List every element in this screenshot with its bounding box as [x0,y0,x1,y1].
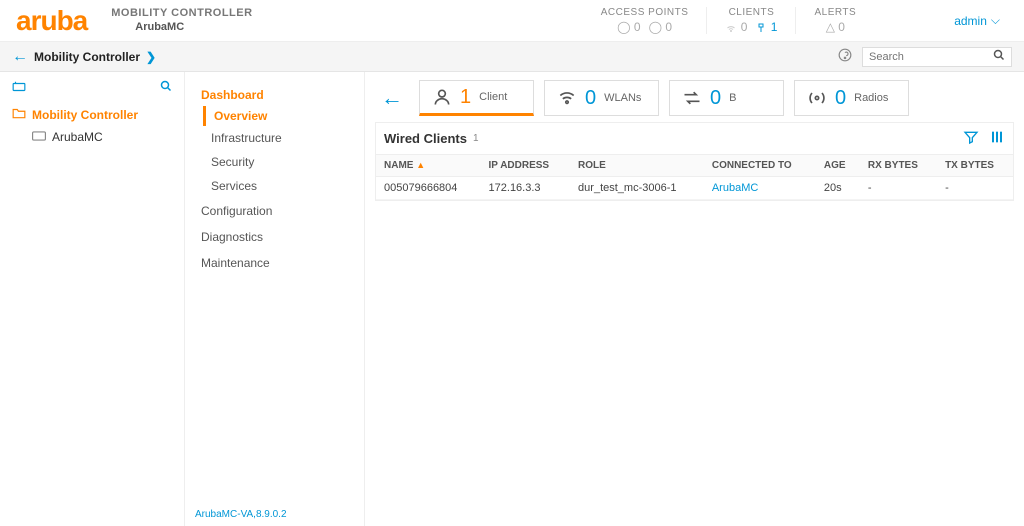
person-icon [432,87,452,107]
help-icon[interactable] [838,48,852,65]
col-age[interactable]: AGE [816,155,860,177]
header-title: MOBILITY CONTROLLER ArubaMC [111,7,252,33]
header-title-line1: MOBILITY CONTROLLER [111,7,252,20]
cell-connected[interactable]: ArubaMC [704,177,816,200]
header-title-line2: ArubaMC [135,21,252,34]
chevron-down-icon: ⌵ [991,13,1000,28]
cell-role: dur_test_mc-3006-1 [570,177,704,200]
col-ip[interactable]: IP ADDRESS [481,155,571,177]
status-access-points: ACCESS POINTS ◯ 0 ◯ 0 [583,7,707,34]
col-name[interactable]: NAME ▲ [376,155,481,177]
filter-icon[interactable] [963,129,979,148]
clients-table: NAME ▲ IP ADDRESS ROLE CONNECTED TO AGE … [376,155,1013,200]
status-alerts: ALERTS △ 0 [795,7,874,34]
back-arrow-icon[interactable]: ← [12,48,28,66]
col-tx[interactable]: TX BYTES [937,155,1013,177]
cell-tx: - [937,177,1013,200]
cell-rx: - [860,177,937,200]
cell-ip: 172.16.3.3 [481,177,571,200]
tree-root-icon[interactable] [12,80,26,97]
radio-icon [807,88,827,108]
sort-asc-icon: ▲ [416,160,425,170]
col-connected[interactable]: CONNECTED TO [704,155,816,177]
alert-icon: △ 0 [826,20,845,34]
nav-infrastructure[interactable]: Infrastructure [193,126,364,150]
search-input[interactable] [862,47,1012,67]
nav-security[interactable]: Security [193,150,364,174]
wlan-icon [557,88,577,108]
panel-title: Wired Clients [384,131,467,146]
user-menu[interactable]: admin ⌵ [954,13,1000,28]
breadcrumb-title: Mobility Controller [34,50,140,64]
panel-count: 1 [473,133,479,144]
tab-client[interactable]: 1 Client [419,80,534,116]
table-row[interactable]: 005079666804 172.16.3.3 dur_test_mc-3006… [376,177,1013,200]
tree-item-mobility-controller[interactable]: Mobility Controller [0,103,184,126]
col-rx[interactable]: RX BYTES [860,155,937,177]
nav-diagnostics[interactable]: Diagnostics [193,224,364,250]
wifi-icon: 0 [725,20,747,34]
folder-icon [12,107,26,122]
cell-age: 20s [816,177,860,200]
chevron-right-icon: ❯ [146,50,156,64]
tree-search-icon[interactable] [160,80,172,97]
cell-name: 005079666804 [376,177,481,200]
status-clients: CLIENTS 0 1 [706,7,795,34]
search-icon [993,49,1005,64]
nav-services[interactable]: Services [193,174,364,198]
col-role[interactable]: ROLE [570,155,704,177]
wired-icon: 1 [755,20,777,34]
ap-up-icon: ◯ 0 [617,20,640,34]
version-label: ArubaMC-VA,8.9.0.2 [195,509,287,520]
tab-radios[interactable]: 0 Radios [794,80,909,116]
tab-wlans[interactable]: 0 WLANs [544,80,659,116]
ap-down-icon: ◯ 0 [649,20,672,34]
tree-item-arubamc[interactable]: ArubaMC [0,126,184,148]
nav-dashboard[interactable]: Dashboard [193,84,364,106]
traffic-icon [682,88,702,108]
columns-icon[interactable] [989,129,1005,148]
device-icon [32,130,46,144]
tab-bytes[interactable]: 0 B [669,80,784,116]
nav-maintenance[interactable]: Maintenance [193,250,364,276]
nav-overview[interactable]: Overview [203,106,364,126]
tabs-back-arrow-icon[interactable]: ← [375,85,409,111]
nav-configuration[interactable]: Configuration [193,198,364,224]
brand-logo: aruba [0,5,103,37]
